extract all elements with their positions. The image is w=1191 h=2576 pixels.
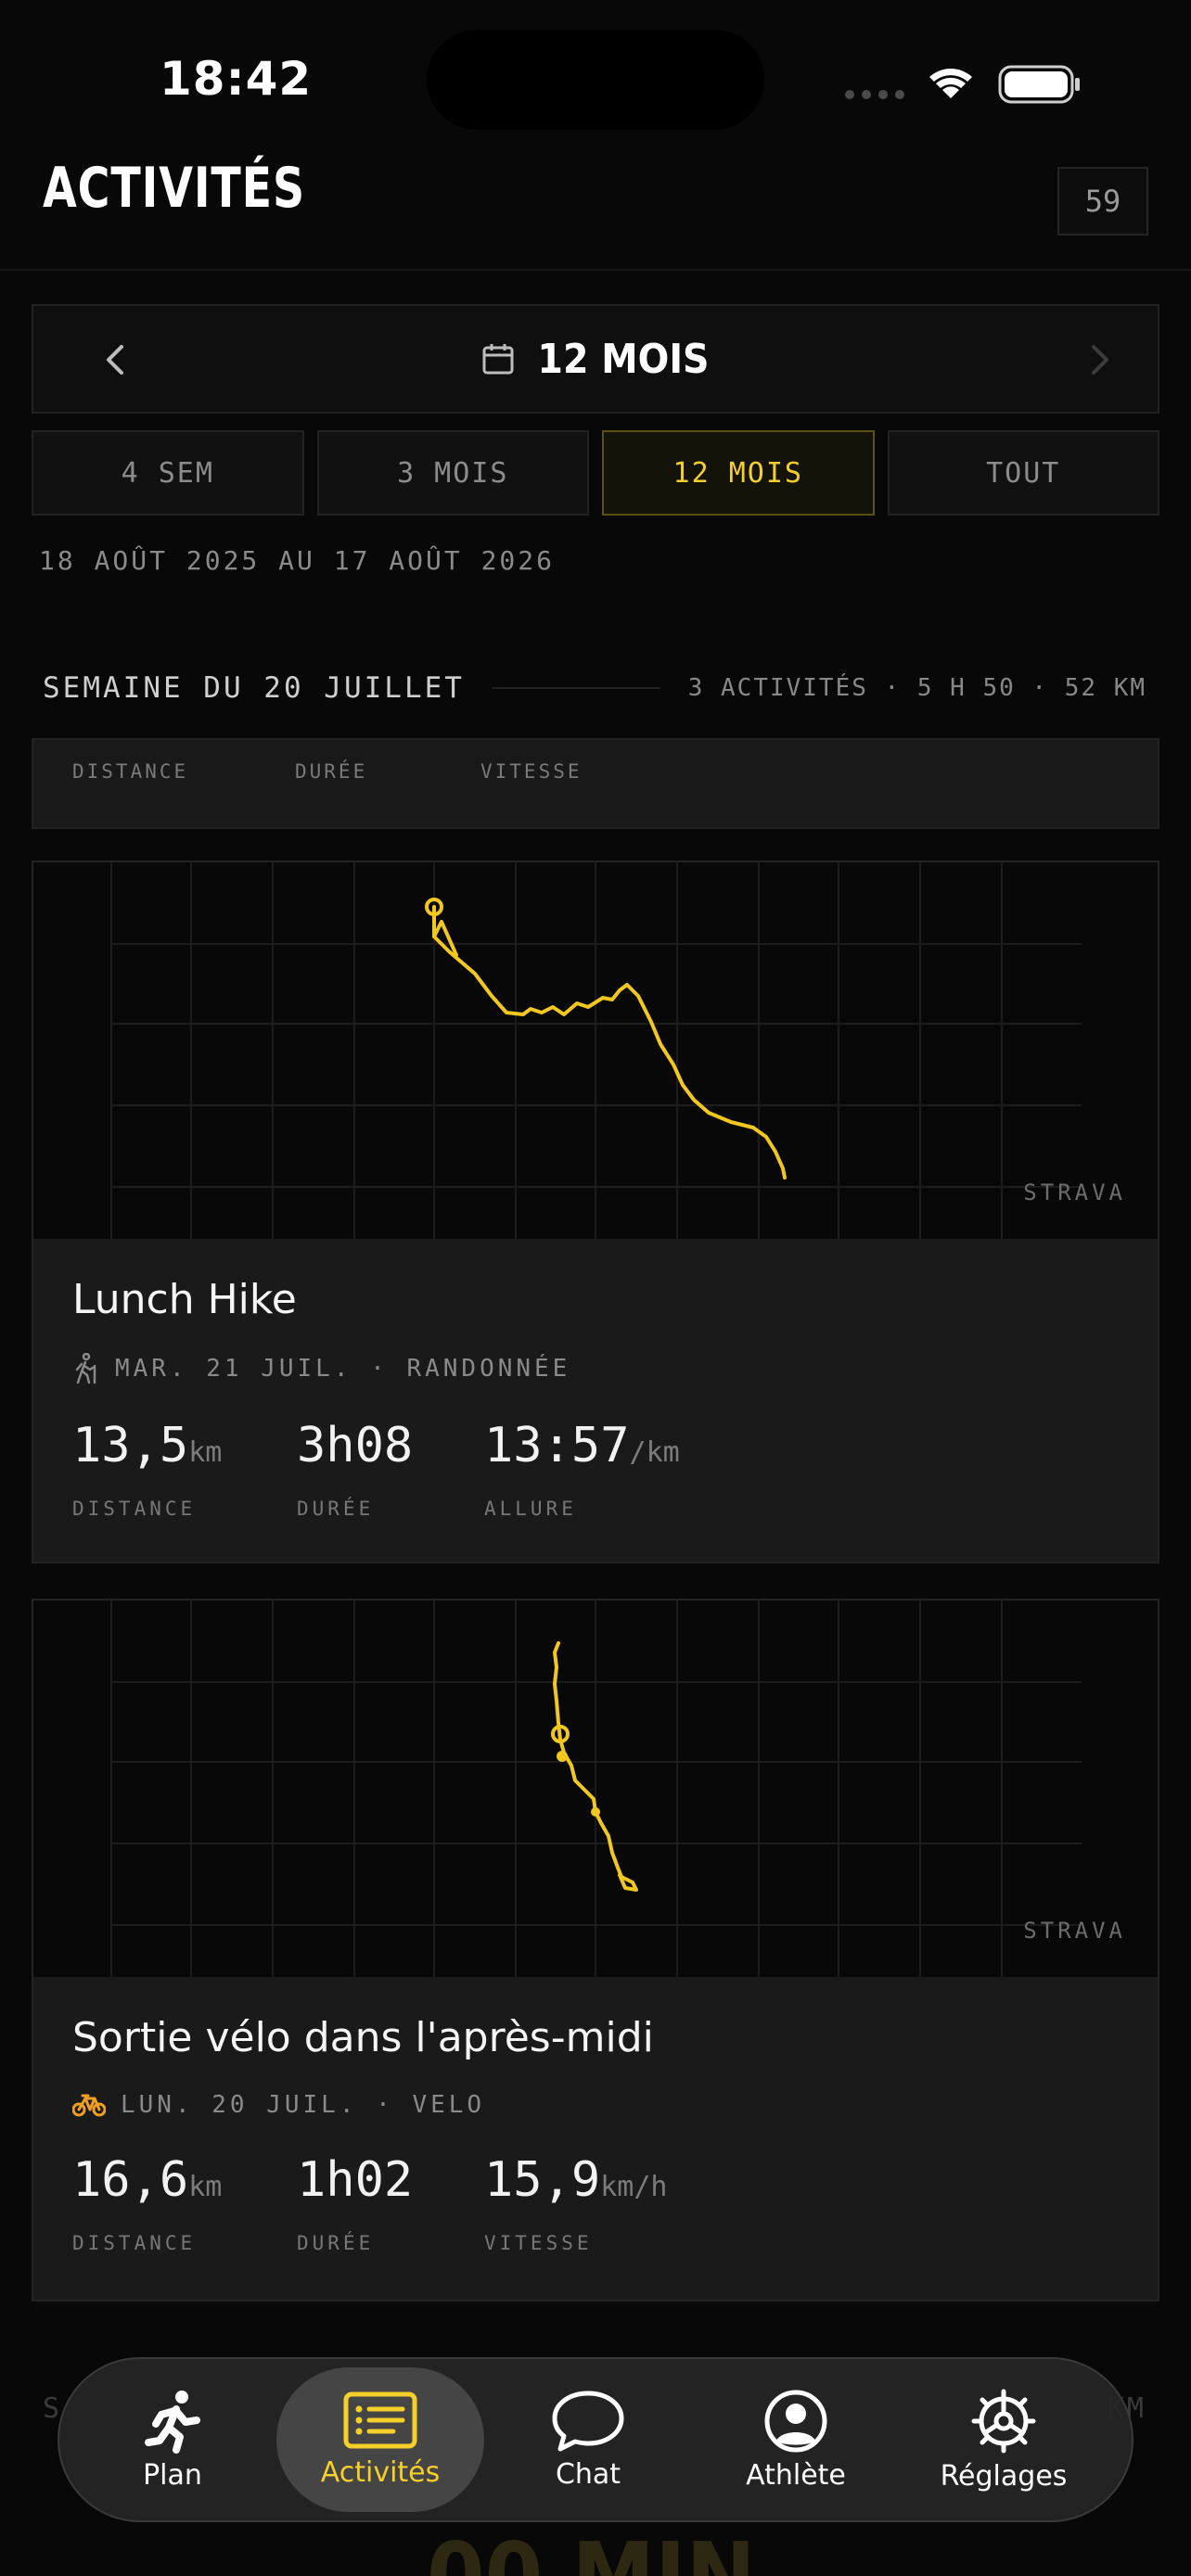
chevron-left-icon [107, 345, 123, 375]
header-divider [0, 269, 1191, 271]
week-divider [492, 687, 660, 689]
gear-icon [971, 2389, 1036, 2453]
signal-icon [845, 90, 904, 99]
page-title: ACTIVITÉS [43, 156, 306, 221]
next-week-total: 00 MIN [427, 2522, 756, 2576]
chevron-right-icon [1092, 345, 1108, 375]
week-header: SEMAINE DU 20 JUILLET 3 ACTIVITÉS · 5 H … [43, 668, 1146, 708]
activity-meta: LUN. 20 JUIL. · VELO [121, 2091, 486, 2119]
status-icons [842, 56, 1083, 111]
stat-distance: 16,6km DISTANCE [72, 2152, 223, 2254]
activity-title: Sortie vélo dans l'après-midi [72, 2014, 654, 2061]
battery-icon [998, 65, 1080, 104]
count-badge[interactable]: 59 [1057, 167, 1148, 236]
stat-distance: 13,5km DISTANCE [72, 1418, 223, 1520]
activity-list-icon [343, 2391, 417, 2448]
bike-icon [72, 2094, 106, 2117]
tab-athlete[interactable]: Athlète [692, 2367, 900, 2512]
source-label: STRAVA [1023, 1918, 1126, 1944]
route-map: STRAVA [33, 1600, 1158, 1977]
previous-period-button[interactable] [89, 334, 141, 386]
period-selector: 12 MOIS [32, 304, 1159, 414]
legend-distance: DISTANCE [72, 760, 189, 783]
stat-speed: 15,9km/h VITESSE [484, 2152, 668, 2254]
bottom-tab-bar: Plan Activités Chat Athlète Réglages [58, 2357, 1133, 2522]
week-stats-card: DISTANCE DURÉE VITESSE [32, 738, 1159, 829]
activity-card[interactable]: STRAVA Sortie vélo dans l'après-midi LUN… [32, 1599, 1159, 2302]
range-3-months[interactable]: 3 MOIS [316, 430, 589, 516]
dynamic-island [427, 30, 764, 130]
stat-duration: 1h02 DURÉE [297, 2152, 414, 2254]
legend-speed: VITESSE [480, 760, 583, 783]
week-summary: 3 ACTIVITÉS · 5 H 50 · 52 KM [687, 674, 1146, 702]
person-icon [764, 2390, 827, 2452]
route-map: STRAVA [33, 862, 1158, 1239]
legend-duration: DURÉE [295, 760, 368, 783]
stat-pace: 13:57/km ALLURE [484, 1418, 680, 1520]
activity-card[interactable]: STRAVA Lunch Hike MAR. 21 JUIL. · RANDON… [32, 861, 1159, 1563]
range-all[interactable]: TOUT [887, 430, 1159, 516]
period-current[interactable]: 12 MOIS [481, 335, 710, 383]
tab-chat[interactable]: Chat [484, 2367, 692, 2512]
status-time: 18:42 [160, 52, 313, 106]
wifi-icon [929, 69, 972, 98]
stat-duration: 3h08 DURÉE [297, 1418, 414, 1520]
source-label: STRAVA [1023, 1180, 1126, 1205]
range-12-months[interactable]: 12 MOIS [602, 430, 875, 516]
period-label: 12 MOIS [537, 335, 710, 383]
range-tabs: 4 SEM 3 MOIS 12 MOIS TOUT [32, 430, 1159, 516]
date-range: 18 AOÛT 2025 AU 17 AOÛT 2026 [39, 545, 556, 576]
week-title: SEMAINE DU 20 JUILLET [43, 671, 465, 705]
activity-title: Lunch Hike [72, 1276, 297, 1323]
tab-activities[interactable]: Activités [276, 2367, 484, 2512]
runner-icon [145, 2390, 200, 2454]
range-4-weeks[interactable]: 4 SEM [32, 430, 304, 516]
route-path [432, 905, 787, 1180]
hiking-icon [75, 1353, 96, 1384]
calendar-icon [482, 344, 514, 375]
tab-plan[interactable]: Plan [69, 2367, 276, 2512]
tab-settings[interactable]: Réglages [900, 2367, 1108, 2512]
activity-meta: MAR. 21 JUIL. · RANDONNÉE [115, 1355, 571, 1383]
chat-bubble-icon [552, 2391, 624, 2451]
next-period-button[interactable] [1074, 334, 1126, 386]
